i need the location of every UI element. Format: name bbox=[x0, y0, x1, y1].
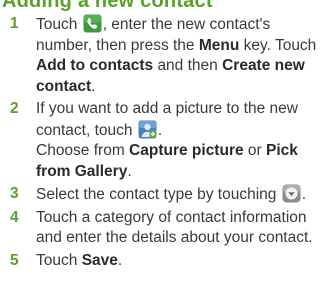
step-4: 4 Touch a category of contact information… bbox=[10, 208, 313, 247]
manual-page: Adding a new contact 1 Touch , enter the … bbox=[0, 0, 326, 298]
step-2: 2 If you want to add a picture to the new… bbox=[10, 100, 298, 180]
steps-list: 1 Touch , enter the new contact's number,… bbox=[0, 14, 326, 273]
phone-icon bbox=[83, 14, 102, 33]
step-1: 1 Touch , enter the new contact's number,… bbox=[10, 14, 317, 95]
step-number: 2 bbox=[10, 100, 19, 117]
dropdown-arrow-icon bbox=[282, 184, 301, 203]
step-5: 5 Touch Save. bbox=[0, 251, 326, 272]
step-number: 5 bbox=[10, 251, 19, 269]
step-number: 4 bbox=[10, 208, 19, 226]
step-number: 1 bbox=[10, 15, 19, 32]
contact-picture-icon bbox=[138, 120, 157, 139]
step-3: 3 Select the contact type by touching . bbox=[10, 184, 307, 203]
section-heading: Adding a new contact bbox=[2, 0, 213, 12]
step-number: 3 bbox=[10, 185, 19, 202]
